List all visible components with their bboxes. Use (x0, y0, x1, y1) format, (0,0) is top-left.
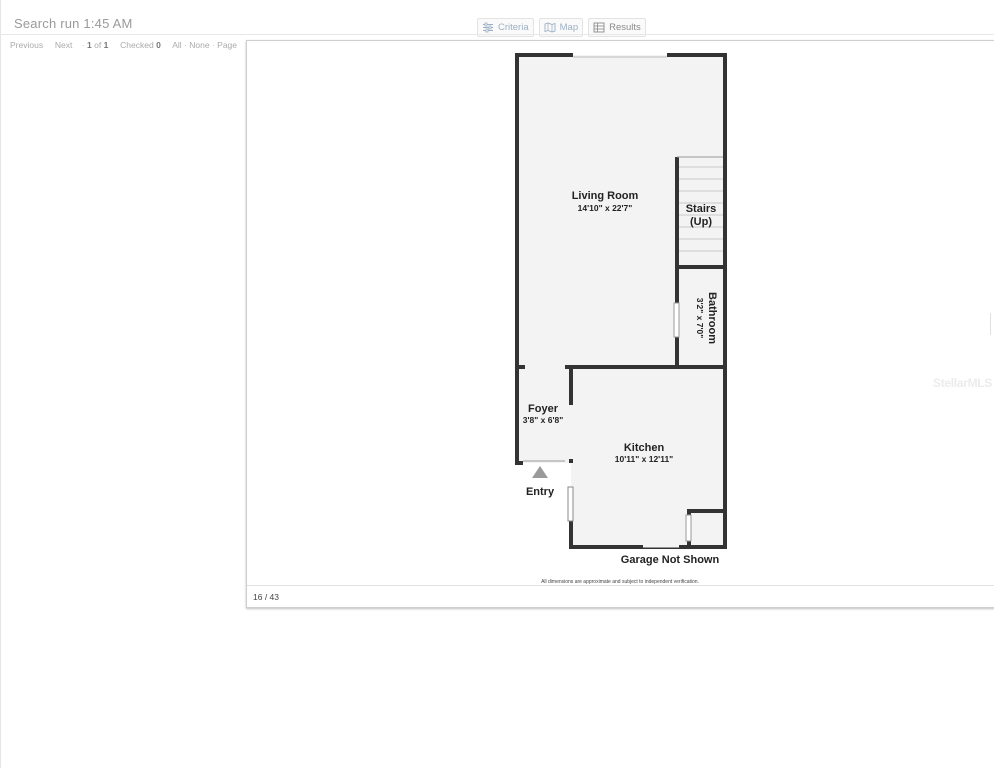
foyer-dims: 3'8" x 6'8" (523, 415, 563, 425)
bathroom-label: Bathroom (706, 292, 718, 344)
search-title: Search run 1:45 AM (14, 16, 133, 31)
select-page-link[interactable]: Page (217, 40, 237, 50)
checked-count: 0 (156, 40, 161, 50)
select-none-link[interactable]: None (189, 40, 209, 50)
tab-criteria-label: Criteria (498, 22, 529, 33)
bathroom-dims: 3'2" x 7'0" (695, 298, 705, 338)
bath-door (673, 302, 680, 338)
checked-label: Checked (120, 40, 154, 50)
results-nav: Previous Next · 1 of 1 Checked 0 All · N… (10, 40, 238, 50)
entry-arrow-icon (532, 466, 548, 478)
living-room-label: Living Room (572, 190, 639, 202)
kitchen-dims: 10'11" x 12'11" (615, 454, 673, 464)
of-label: of (94, 40, 102, 50)
sliders-icon (483, 22, 493, 33)
garage-label: Garage Not Shown (621, 554, 720, 566)
left-border (0, 0, 1, 768)
tab-results-label: Results (609, 22, 641, 33)
tab-map-label: Map (559, 22, 579, 33)
page-total: 1 (103, 40, 109, 50)
viewer-footer: 16 / 43 (247, 585, 994, 607)
closet-door (685, 514, 692, 542)
previous-link[interactable]: Previous (10, 40, 43, 50)
watermark-logo: StellarMLS (933, 376, 993, 390)
kitchen-window (567, 486, 574, 522)
living-room-dims: 14'10" x 22'7" (578, 203, 633, 213)
foyer-label: Foyer (528, 403, 559, 415)
floor-plan-image: Living Room 14'10" x 22'7" Stairs (Up) B… (515, 53, 727, 585)
photo-viewer[interactable]: Living Room 14'10" x 22'7" Stairs (Up) B… (246, 40, 994, 608)
page-current: 1 (87, 40, 92, 50)
map-icon (544, 22, 556, 33)
next-link[interactable]: Next (55, 40, 72, 50)
kitchen-label: Kitchen (624, 442, 665, 454)
stairs-dims: (Up) (690, 216, 712, 228)
grid-icon (593, 22, 605, 33)
bathroom-label-group: Bathroom 3'2" x 7'0" (695, 292, 718, 344)
entry-label: Entry (526, 486, 555, 498)
viewer-edge-handle (990, 313, 994, 335)
photo-counter: 16 / 43 (253, 592, 279, 602)
stairs-label: Stairs (686, 203, 717, 215)
select-all-link[interactable]: All (172, 40, 181, 50)
header-divider (0, 34, 994, 35)
